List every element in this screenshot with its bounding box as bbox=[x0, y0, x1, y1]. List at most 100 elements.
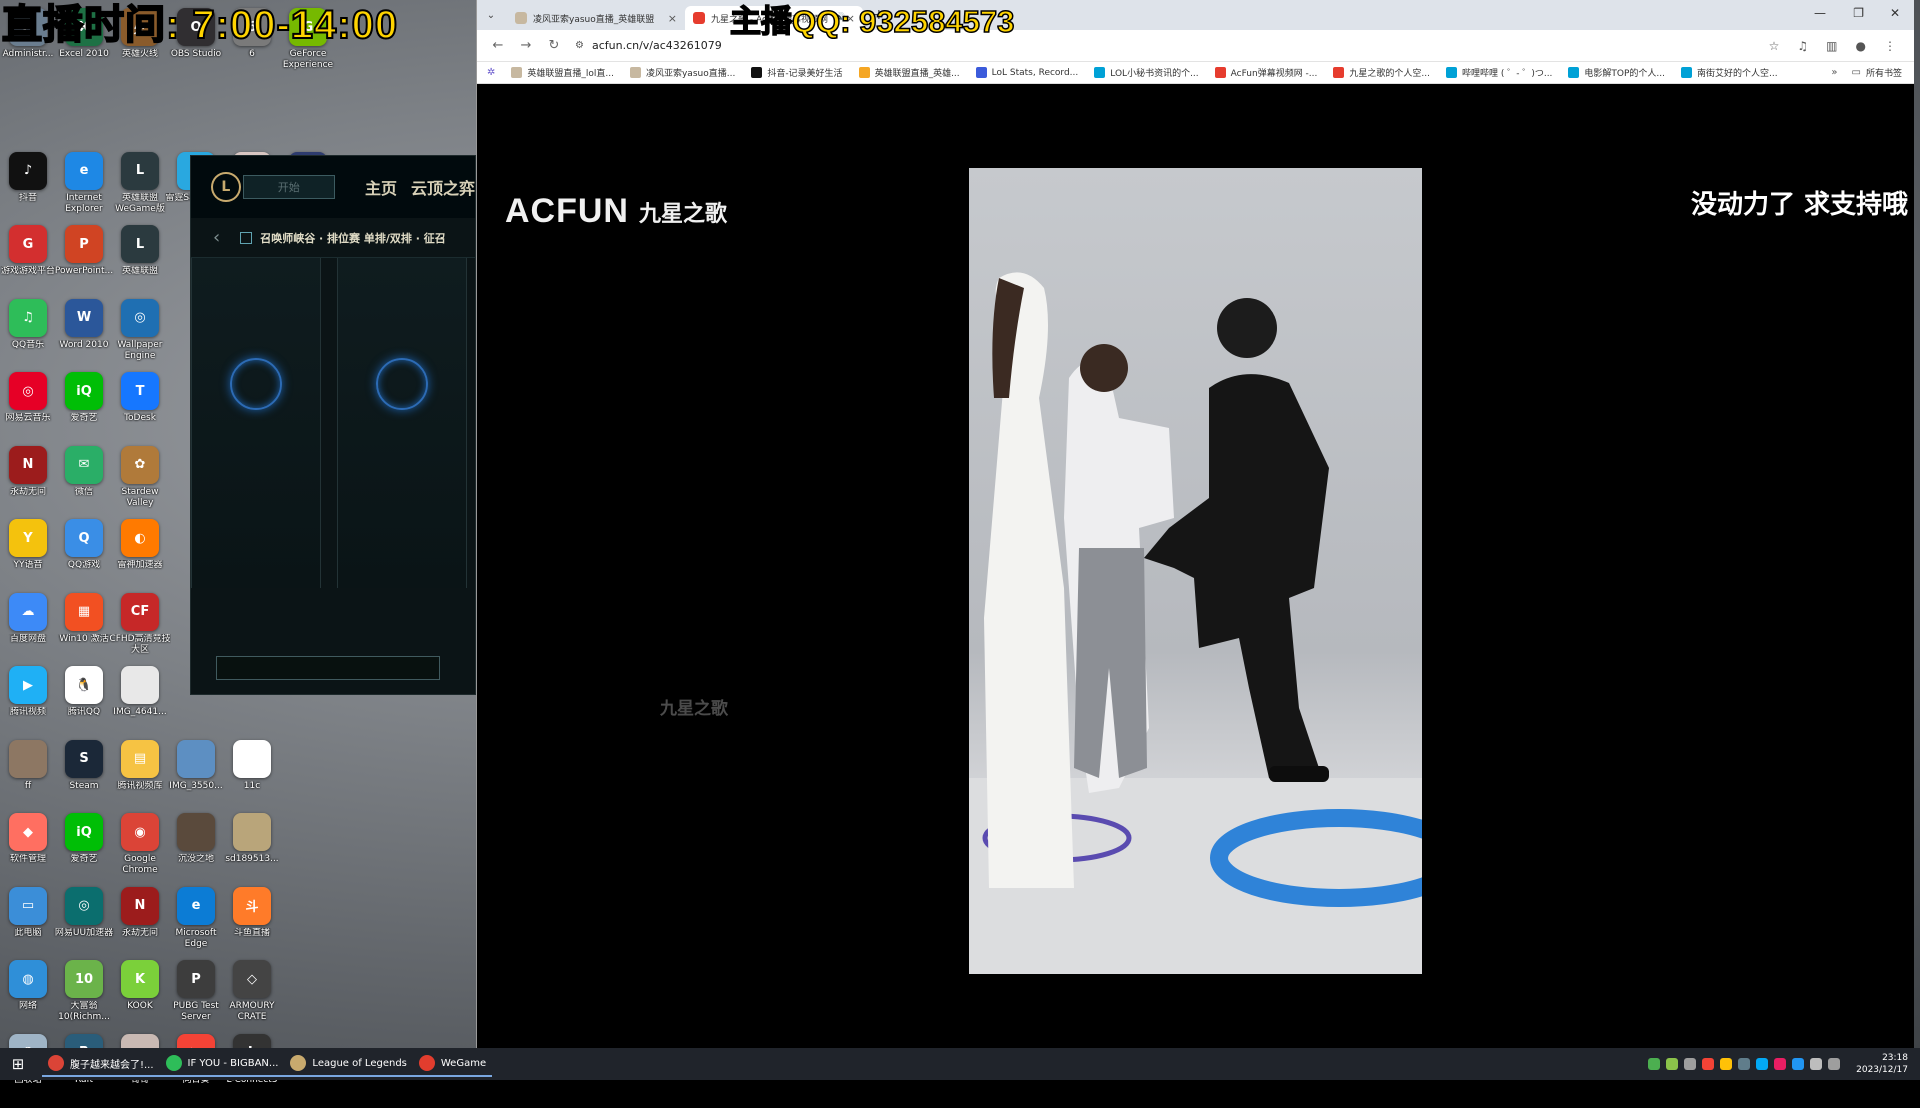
forward-icon[interactable]: → bbox=[519, 38, 533, 53]
desktop-shortcut[interactable]: IMG_4641... bbox=[112, 666, 168, 740]
bookmark-item[interactable]: LOL小秘书资讯的个... bbox=[1094, 66, 1199, 79]
tab-1[interactable]: 凌风亚索yasuo直播_英雄联盟 × bbox=[507, 6, 685, 30]
media-control-icon[interactable]: ♫ bbox=[1797, 39, 1808, 53]
desktop-shortcut[interactable]: N 永劫无间 bbox=[0, 445, 56, 520]
desktop-shortcut[interactable]: T ToDesk bbox=[112, 372, 168, 446]
desktop-shortcut[interactable]: ◉ Google Chrome bbox=[112, 813, 168, 887]
desktop-shortcut[interactable]: 斗斗鱼直播 bbox=[224, 886, 280, 961]
network-icon[interactable] bbox=[1756, 1058, 1769, 1070]
taskbar-app-button[interactable]: WeGame bbox=[412, 1051, 493, 1077]
desktop-shortcut[interactable]: ◐ 雷神加速器 bbox=[112, 519, 168, 593]
video-player[interactable]: ACFUN 九星之歌 九星之歌 没动力了 求支持哦 bbox=[477, 84, 1914, 1048]
lol-logo-icon[interactable]: L bbox=[211, 172, 241, 202]
desktop-shortcut[interactable]: Q QQ游戏 bbox=[56, 519, 112, 593]
clock[interactable]: 23:18 2023/12/17 bbox=[1856, 1052, 1908, 1076]
desktop-shortcut[interactable]: ▶ 腾讯视频 bbox=[0, 666, 56, 740]
tray-app-icon[interactable] bbox=[1702, 1058, 1715, 1070]
desktop-shortcut[interactable]: IMG_3550... bbox=[168, 739, 224, 814]
lol-play-button[interactable]: 开始 bbox=[242, 175, 335, 199]
volume-icon[interactable] bbox=[1810, 1058, 1823, 1070]
star-icon[interactable]: ☆ bbox=[1769, 39, 1780, 53]
side-panel-icon[interactable]: ▥ bbox=[1826, 39, 1837, 53]
back-icon[interactable]: ← bbox=[491, 38, 505, 53]
tray-app-icon[interactable] bbox=[1792, 1058, 1805, 1070]
bookmark-item[interactable]: LoL Stats, Record... bbox=[975, 66, 1078, 79]
taskbar-app-button[interactable]: IF YOU - BIGBAN... bbox=[159, 1051, 285, 1077]
desktop-shortcut[interactable]: N 永劫无间 bbox=[112, 886, 168, 961]
desktop-shortcut[interactable]: ☁ 百度网盘 bbox=[0, 592, 56, 667]
desktop-shortcut[interactable]: ✉ 微信 bbox=[56, 445, 112, 520]
desktop-shortcut[interactable]: ff bbox=[0, 739, 56, 814]
desktop-shortcut[interactable]: G 游戏游戏平台 bbox=[0, 225, 56, 299]
reload-icon[interactable]: ↻ bbox=[547, 38, 561, 53]
invite-slot-ring-icon[interactable] bbox=[230, 358, 282, 410]
desktop-shortcut[interactable]: ▦ Win10 激活 bbox=[56, 592, 112, 667]
desktop-shortcut[interactable]: e Microsoft Edge bbox=[168, 886, 224, 961]
desktop-shortcut[interactable]: ▭ 此电脑 bbox=[0, 886, 56, 961]
tab-search-icon[interactable]: ⌄ bbox=[481, 10, 501, 21]
minimize-icon[interactable]: — bbox=[1814, 6, 1826, 20]
bookmark-item[interactable]: 南街艾好的个人空... bbox=[1681, 66, 1778, 79]
more-bookmarks-icon[interactable]: » bbox=[1831, 67, 1837, 78]
all-bookmarks-folder[interactable]: 所有书签 bbox=[1866, 66, 1902, 79]
bookmark-item[interactable]: 哔哩哔哩 ( ゜- ゜)つ... bbox=[1445, 66, 1552, 79]
desktop-shortcut[interactable]: e Internet Explorer bbox=[56, 151, 112, 226]
desktop-shortcut[interactable]: CF CFHD高清竞技大区 bbox=[109, 592, 171, 667]
desktop-shortcut[interactable]: S Steam bbox=[56, 739, 112, 814]
bookmark-item[interactable]: 凌风亚索yasuo直播... bbox=[629, 66, 735, 79]
bookmark-item[interactable]: 九星之歌的个人空... bbox=[1333, 66, 1430, 79]
menu-icon[interactable]: ⋮ bbox=[1884, 39, 1896, 53]
desktop-shortcut[interactable]: ♪ 抖音 bbox=[0, 151, 56, 226]
desktop-shortcut[interactable]: iQ 爱奇艺 bbox=[56, 372, 112, 446]
desktop-shortcut[interactable]: L 英雄联盟WeGame版 bbox=[112, 151, 168, 226]
desktop-shortcut[interactable]: K KOOK bbox=[112, 960, 168, 1034]
desktop-shortcut[interactable]: Y YY语音 bbox=[0, 519, 56, 593]
chevron-left-icon[interactable]: ‹ bbox=[213, 227, 220, 248]
lol-nav-home[interactable]: 主页 bbox=[365, 175, 397, 199]
desktop-shortcut[interactable]: L 英雄联盟 bbox=[112, 225, 168, 299]
desktop-shortcut[interactable]: P PowerPoint... bbox=[55, 225, 113, 299]
taskbar-app-button[interactable]: League of Legends bbox=[284, 1051, 413, 1077]
close-icon[interactable]: × bbox=[668, 12, 677, 25]
desktop-shortcut[interactable]: iQ 爱奇艺 bbox=[56, 813, 112, 887]
bookmark-item[interactable]: 抖音-记录美好生活 bbox=[751, 66, 843, 79]
maximize-icon[interactable]: ❐ bbox=[1853, 6, 1864, 20]
desktop-shortcut[interactable]: P PUBG Test Server bbox=[168, 960, 224, 1034]
desktop-shortcut[interactable]: 10 大富翁10(Richm... bbox=[56, 960, 112, 1034]
tray-app-icon[interactable] bbox=[1774, 1058, 1787, 1070]
bookmark-item[interactable]: 电影解TOP的个人... bbox=[1568, 66, 1665, 79]
tray-app-icon[interactable] bbox=[1720, 1058, 1733, 1070]
desktop-shortcut[interactable]: ◆ 软件管理 bbox=[0, 813, 56, 887]
desktop-shortcut[interactable]: 11c bbox=[224, 739, 280, 814]
desktop-shortcut[interactable]: ◎ 网易UU加速器 bbox=[55, 886, 113, 961]
site-info-icon[interactable]: ⚙ bbox=[575, 40, 584, 51]
taskbar-app-button[interactable]: 腹子越来越会了!... bbox=[42, 1051, 160, 1077]
profile-icon[interactable]: ● bbox=[1856, 39, 1866, 53]
desktop-shortcut[interactable]: ♫ QQ音乐 bbox=[0, 298, 56, 373]
tray-app-icon[interactable] bbox=[1648, 1058, 1661, 1070]
close-window-icon[interactable]: ✕ bbox=[1890, 6, 1900, 20]
apps-icon[interactable]: ✲ bbox=[487, 67, 495, 78]
invite-slot-ring-icon[interactable] bbox=[376, 358, 428, 410]
desktop-shortcut[interactable]: ◍ 网络 bbox=[0, 960, 56, 1034]
tray-app-icon[interactable] bbox=[1738, 1058, 1751, 1070]
desktop-shortcut[interactable]: ◇ ARMOURY CRATE bbox=[224, 960, 280, 1034]
input-method-icon[interactable] bbox=[1828, 1058, 1841, 1070]
tray-app-icon[interactable] bbox=[1666, 1058, 1679, 1070]
desktop-shortcut[interactable]: sd189513... bbox=[224, 813, 280, 887]
desktop-shortcut[interactable]: 沉没之地 bbox=[168, 813, 224, 887]
lol-nav-tft[interactable]: 云顶之弈 bbox=[411, 175, 475, 199]
desktop-shortcut[interactable]: W Word 2010 bbox=[56, 298, 112, 373]
desktop-shortcut[interactable]: ◎ 网易云音乐 bbox=[0, 372, 56, 446]
windows-start-icon[interactable]: ⊞ bbox=[0, 1048, 36, 1080]
bookmark-item[interactable]: 英雄联盟直播_英雄... bbox=[858, 66, 960, 79]
desktop-shortcut[interactable]: ▤ 腾讯视频库 bbox=[112, 739, 168, 814]
bookmark-item[interactable]: AcFun弹幕视频网 -... bbox=[1214, 66, 1317, 79]
lol-chat-input[interactable] bbox=[216, 656, 440, 680]
app-icon bbox=[9, 739, 47, 778]
bookmark-item[interactable]: 英雄联盟直播_lol直... bbox=[511, 66, 614, 79]
desktop-shortcut[interactable]: ◎ Wallpaper Engine bbox=[112, 298, 168, 373]
desktop-shortcut[interactable]: ✿ Stardew Valley bbox=[112, 445, 168, 520]
desktop-shortcut[interactable]: 🐧 腾讯QQ bbox=[56, 666, 112, 740]
tray-app-icon[interactable] bbox=[1684, 1058, 1697, 1070]
